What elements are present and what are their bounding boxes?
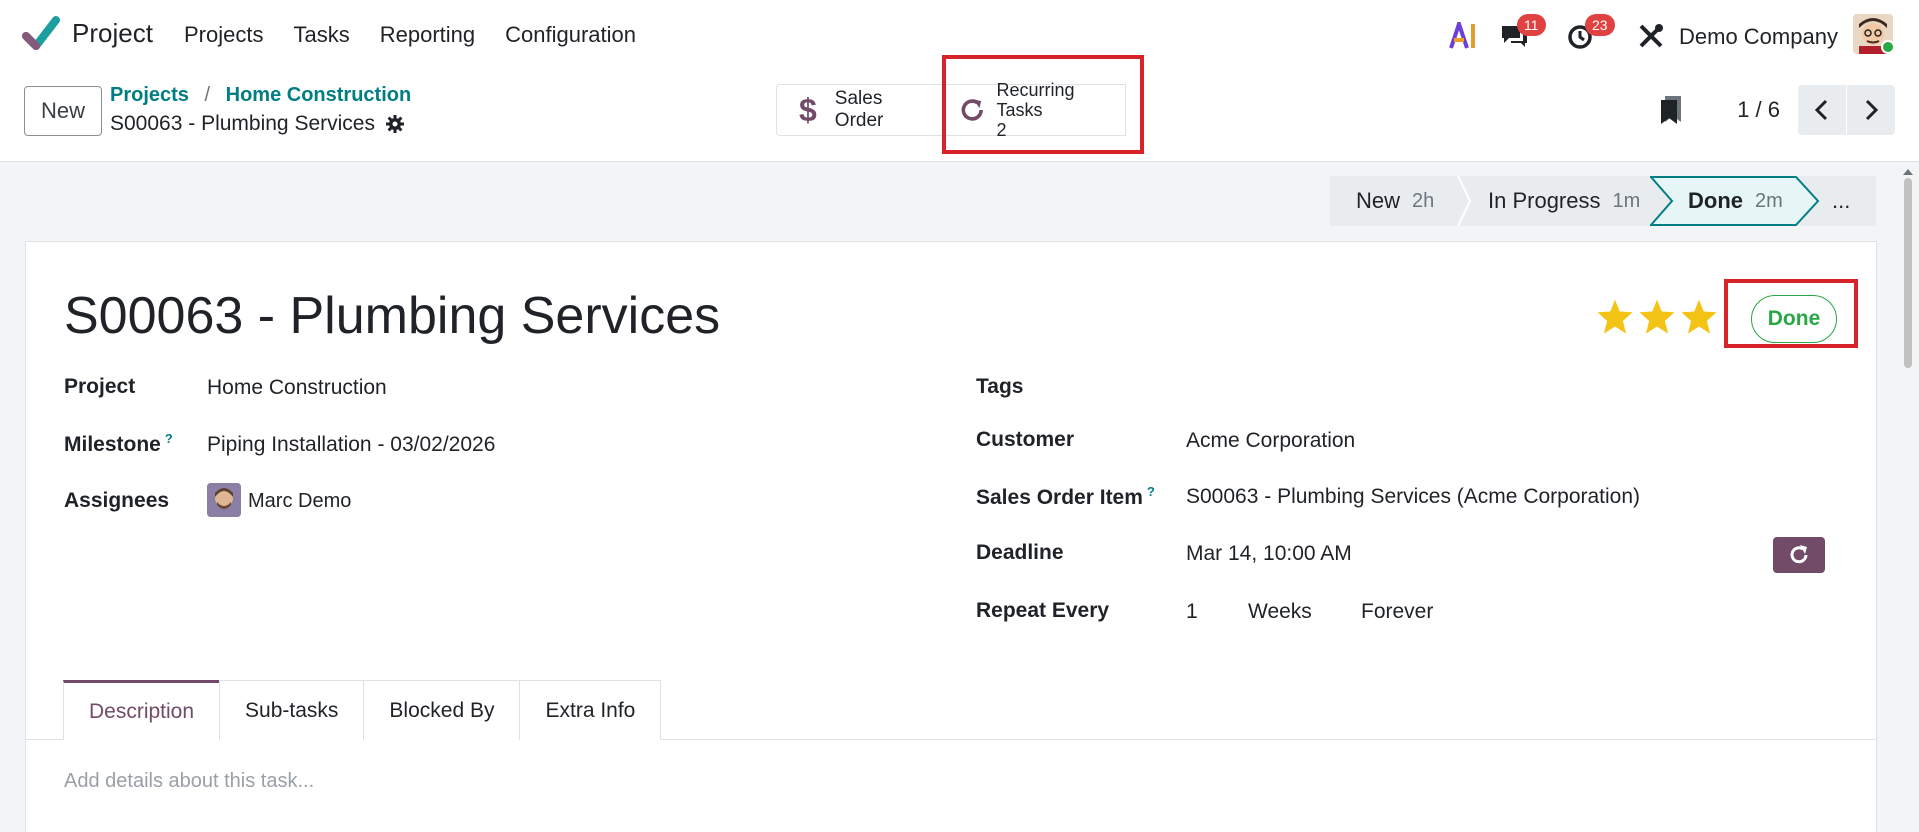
activities-badge: 23 [1585,14,1615,36]
sales-order-label: Sales Order [834,88,884,131]
repeat-every-label: Repeat Every [976,599,1110,622]
assignees-label: Assignees [64,489,170,512]
stage-new-duration: 2h [1412,189,1435,212]
activities-icon[interactable]: 23 [1567,14,1615,55]
tags-label: Tags [976,375,1024,398]
refresh-icon [1790,545,1808,564]
sales-order-item-field[interactable]: S00063 - Plumbing Services (Acme Corpora… [1186,485,1640,509]
project-field[interactable]: Home Construction [207,376,387,400]
company-switcher[interactable]: Demo Company [1679,24,1838,50]
tags-field[interactable] [1186,372,1826,402]
menu-reporting[interactable]: Reporting [380,22,475,48]
messages-badge: 11 [1517,14,1546,36]
page-scrollbar[interactable] [1902,168,1914,832]
messages-icon[interactable]: 11 [1499,14,1546,55]
dollar-icon: $ [799,91,817,128]
repeat-interval-field[interactable]: 1 [1186,600,1198,624]
sales-order-item-label: Sales Order Item? [976,484,1155,510]
scroll-up-arrow-icon[interactable] [1902,168,1914,176]
breadcrumb-home-construction[interactable]: Home Construction [226,84,412,106]
customer-field[interactable]: Acme Corporation [1186,429,1355,453]
sales-order-button[interactable]: $ Sales Order [776,84,944,136]
ai-icon[interactable] [1449,22,1479,50]
stage-more[interactable]: ... [1832,176,1850,226]
stage-in-progress-duration: 1m [1612,189,1641,212]
app-name: Project [72,17,153,48]
pager: 1 / 6 [1659,84,1895,136]
highlight-recurring-tasks [942,55,1144,154]
stage-new-label: New [1356,188,1401,213]
online-status-dot [1881,40,1895,54]
main-menu: Projects Tasks Reporting Configuration [184,22,666,48]
stage-done[interactable]: Done 2m [1688,176,1783,226]
star-icon[interactable] [1638,298,1676,336]
breadcrumb-separator: / [204,84,211,106]
repeat-type-field[interactable]: Forever [1361,600,1433,624]
chevron-right-icon [1865,99,1879,121]
sales-order-item-label-text: Sales Order Item [976,486,1143,509]
pager-previous-button[interactable] [1798,85,1846,135]
app-brand[interactable]: Project [22,14,153,52]
milestone-field[interactable]: Piping Installation - 03/02/2026 [207,433,495,457]
gear-icon[interactable] [385,114,405,134]
menu-configuration[interactable]: Configuration [505,22,636,48]
priority-stars [1596,298,1722,336]
new-button[interactable]: New [24,86,102,136]
tab-blocked-by[interactable]: Blocked By [363,680,521,740]
stage-in-progress-label: In Progress [1488,188,1601,213]
tab-extra-info[interactable]: Extra Info [519,680,662,740]
chevron-left-icon [1814,99,1828,121]
customer-label: Customer [976,428,1075,451]
stage-in-progress[interactable]: In Progress 1m [1472,176,1662,226]
milestone-help-icon[interactable]: ? [165,431,173,446]
repeat-unit-field[interactable]: Weeks [1248,600,1312,624]
breadcrumb-current: S00063 - Plumbing Services [110,112,405,136]
recurrence-button[interactable] [1773,537,1825,573]
tab-sub-tasks[interactable]: Sub-tasks [219,680,365,740]
tools-icon[interactable] [1637,22,1665,50]
menu-tasks[interactable]: Tasks [293,22,349,48]
milestone-label: Milestone? [64,431,173,457]
assignee-avatar [207,483,241,517]
breadcrumb-projects[interactable]: Projects [110,84,189,106]
pager-value[interactable]: 1 / 6 [1737,97,1780,123]
systray: 11 23 Demo Company [1419,0,1919,72]
tab-description[interactable]: Description [63,680,221,740]
assignee-name[interactable]: Marc Demo [248,490,351,513]
milestone-label-text: Milestone [64,433,161,456]
current-record-name: S00063 - Plumbing Services [110,112,375,135]
bookmark-icon[interactable] [1659,94,1685,126]
stage-more-label: ... [1832,188,1851,213]
menu-projects[interactable]: Projects [184,22,263,48]
pager-next-button[interactable] [1847,85,1895,135]
notebook-tabs: Description Sub-tasks Blocked By Extra I… [63,680,662,740]
stage-new[interactable]: New 2h [1330,176,1460,226]
highlight-done-button [1724,279,1858,348]
project-label: Project [64,375,136,398]
form-sheet: S00063 - Plumbing Services Done Project … [25,241,1878,832]
sales-order-item-help-icon[interactable]: ? [1147,484,1155,499]
deadline-field[interactable]: Mar 14, 10:00 AM [1186,542,1352,566]
odoo-project-logo-icon [22,16,60,50]
description-editor[interactable]: Add details about this task... [64,770,314,793]
deadline-label: Deadline [976,541,1064,564]
scrollbar-thumb[interactable] [1904,178,1912,368]
star-icon[interactable] [1680,298,1718,336]
stage-done-duration: 2m [1755,189,1783,212]
star-icon[interactable] [1596,298,1634,336]
task-title[interactable]: S00063 - Plumbing Services [64,286,720,346]
breadcrumb: Projects / Home Construction [110,84,411,107]
stage-done-label: Done [1688,188,1743,213]
